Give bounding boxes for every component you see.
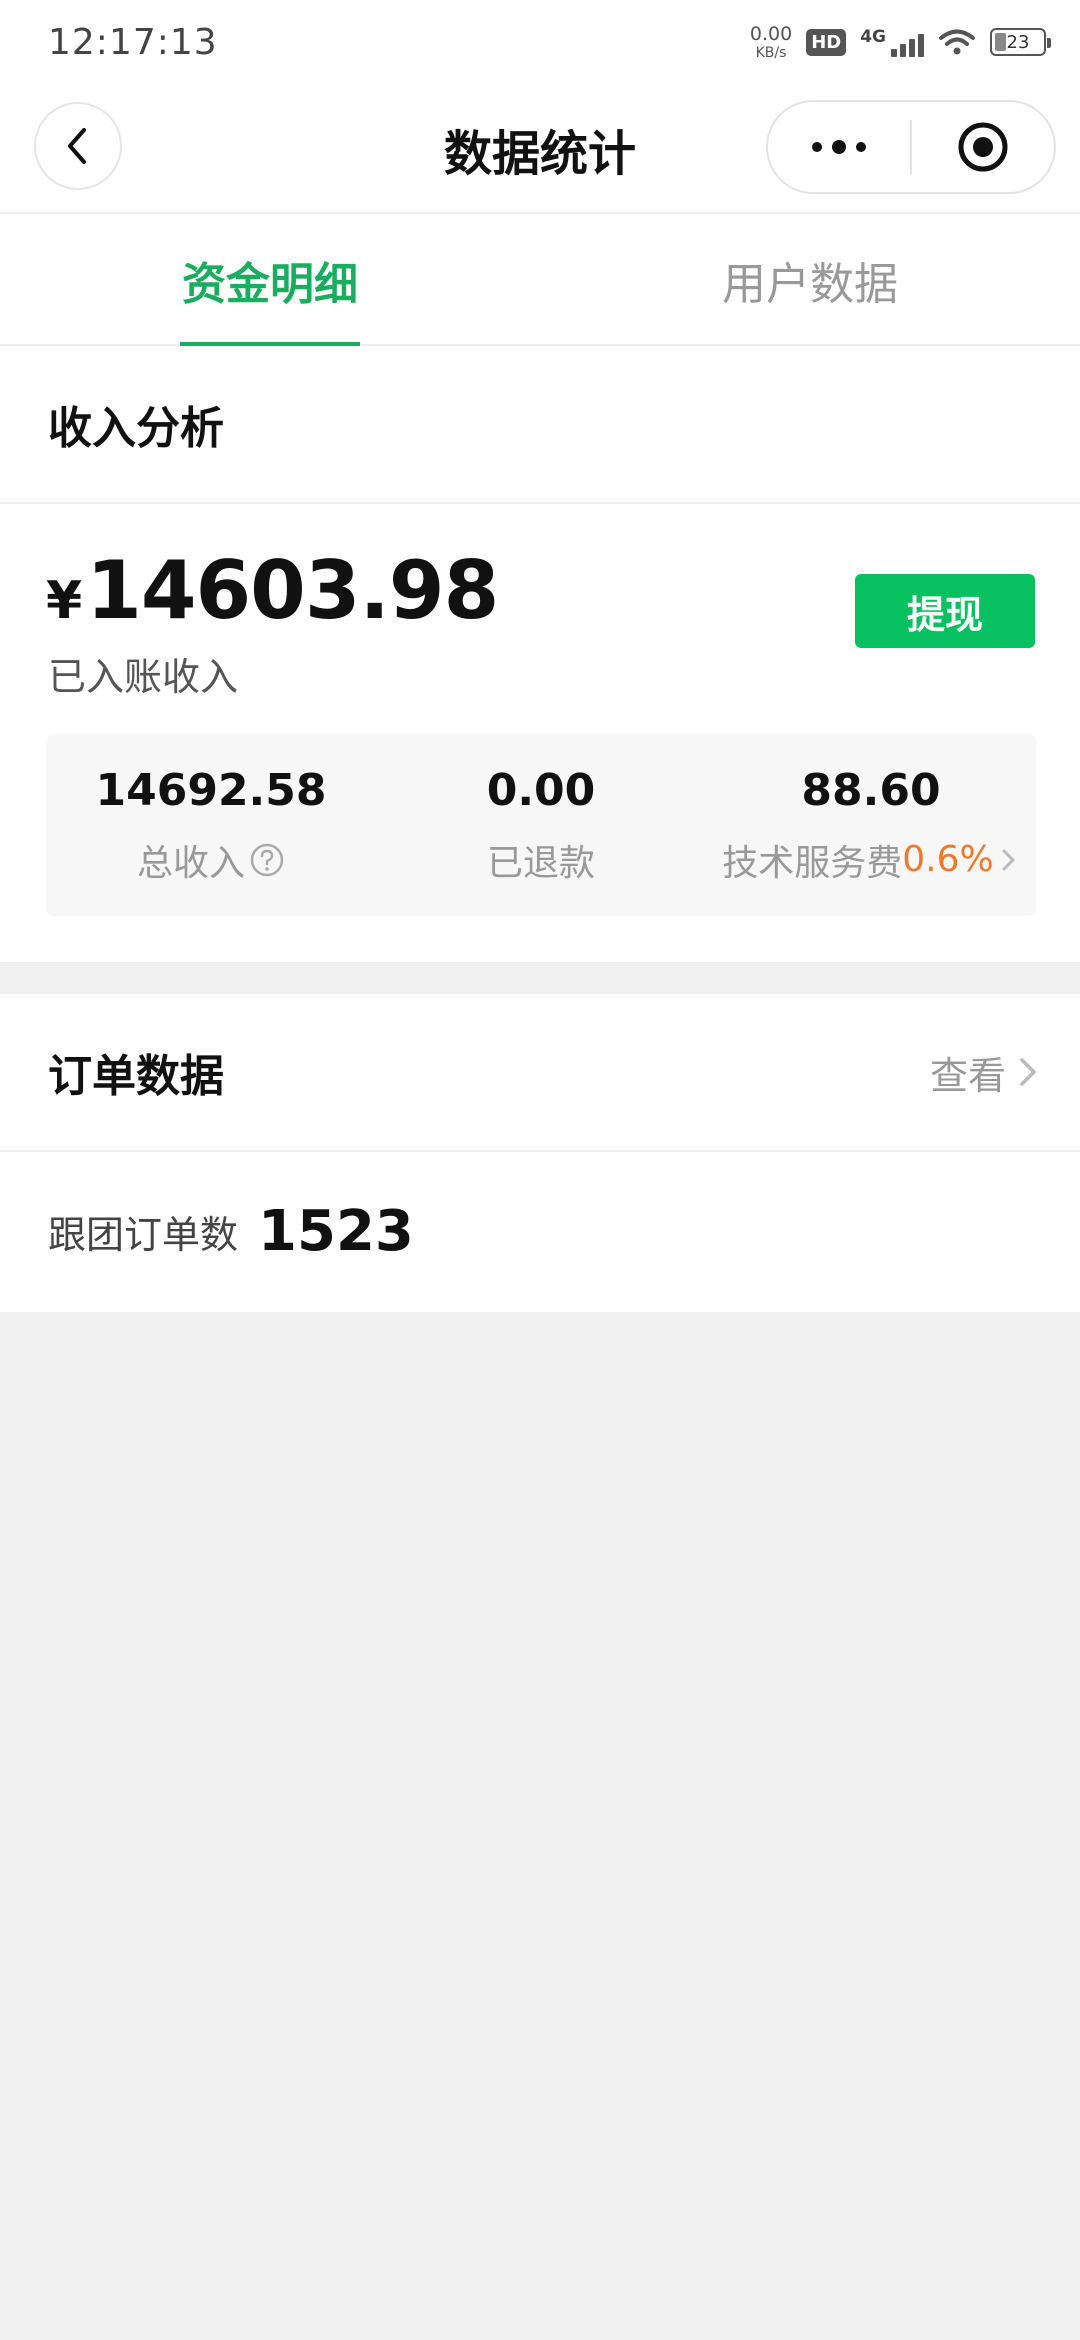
cellular-signal-icon: 4G (860, 27, 924, 57)
income-amount-value: 14603.98 (86, 544, 499, 637)
service-fee-rate: 0.6% (902, 839, 994, 880)
tab-fund-details[interactable]: 资金明细 (150, 214, 390, 346)
help-icon[interactable] (249, 842, 285, 878)
group-order-count-label: 跟团订单数 (48, 1212, 239, 1257)
battery-fill (995, 33, 1006, 51)
network-speed: 0.00 KB/s (749, 22, 793, 61)
income-section-title: 收入分析 (0, 346, 1080, 504)
battery-level: 23 (1006, 31, 1030, 53)
orders-header: 订单数据 查看 (0, 994, 1080, 1152)
target-circle-icon (958, 122, 1008, 172)
back-button[interactable] (34, 102, 122, 190)
income-amount-caption: 已入账收入 (48, 655, 239, 699)
more-dots-icon (812, 140, 866, 154)
total-income-label-row: 总收入 (137, 834, 285, 886)
chevron-left-icon (68, 128, 86, 164)
income-analysis-card: 收入分析 ¥ 14603.98 已入账收入 提现 14692.58 总收入 0.… (0, 346, 1080, 962)
service-fee-label-row: 技术服务费 0.6% (722, 834, 1019, 886)
mini-program-capsule (766, 100, 1056, 194)
network-speed-unit: KB/s (755, 44, 787, 61)
signal-type-label: 4G (860, 27, 886, 47)
income-amount-row: ¥ 14603.98 已入账收入 提现 (0, 504, 1080, 734)
currency-symbol: ¥ (46, 571, 83, 631)
tab-bar: 资金明细 用户数据 (0, 214, 1080, 346)
hd-icon: HD (806, 28, 847, 56)
tab-user-data[interactable]: 用户数据 (690, 214, 930, 346)
chevron-right-icon (1020, 1058, 1036, 1086)
wifi-icon (939, 29, 975, 55)
view-orders-link[interactable]: 查看 (930, 1045, 1040, 1100)
status-icons: 0.00 KB/s HD 4G 23 (749, 22, 1051, 61)
group-order-count-value: 1523 (258, 1198, 414, 1264)
group-order-count-row: 跟团订单数 1523 (0, 1152, 1080, 1310)
orders-section-title: 订单数据 (48, 1051, 224, 1102)
income-stats-box: 14692.58 总收入 0.00 已退款 88.60 技术服务费 0.6% (46, 734, 1036, 916)
signal-bar (918, 34, 924, 57)
stat-service-fee[interactable]: 88.60 技术服务费 0.6% (706, 734, 1036, 916)
signal-bar (909, 39, 915, 57)
order-data-card: 订单数据 查看 跟团订单数 1523 (0, 994, 1080, 1312)
more-button[interactable] (768, 102, 910, 192)
battery-icon: 23 (990, 28, 1051, 56)
signal-bar (900, 44, 906, 57)
stat-refunded: 0.00 已退款 (376, 734, 706, 916)
service-fee-value: 88.60 (801, 764, 941, 816)
status-bar: 12:17:13 0.00 KB/s HD 4G 23 (0, 0, 1080, 84)
network-speed-value: 0.00 (749, 22, 793, 45)
status-time: 12:17:13 (48, 21, 218, 63)
chevron-right-icon (1002, 849, 1015, 870)
income-amount: ¥ 14603.98 (46, 544, 499, 637)
service-fee-label: 技术服务费 (722, 842, 903, 884)
total-income-label: 总收入 (136, 842, 245, 884)
view-orders-label: 查看 (929, 1053, 1006, 1098)
refunded-value: 0.00 (486, 764, 596, 816)
close-button[interactable] (912, 102, 1054, 192)
navigation-bar: 数据统计 (0, 84, 1080, 214)
total-income-value: 14692.58 (95, 764, 327, 816)
refunded-label: 已退款 (486, 842, 595, 884)
stat-total-income: 14692.58 总收入 (46, 734, 376, 916)
withdraw-button[interactable]: 提现 (855, 574, 1035, 648)
signal-bar (891, 49, 897, 57)
